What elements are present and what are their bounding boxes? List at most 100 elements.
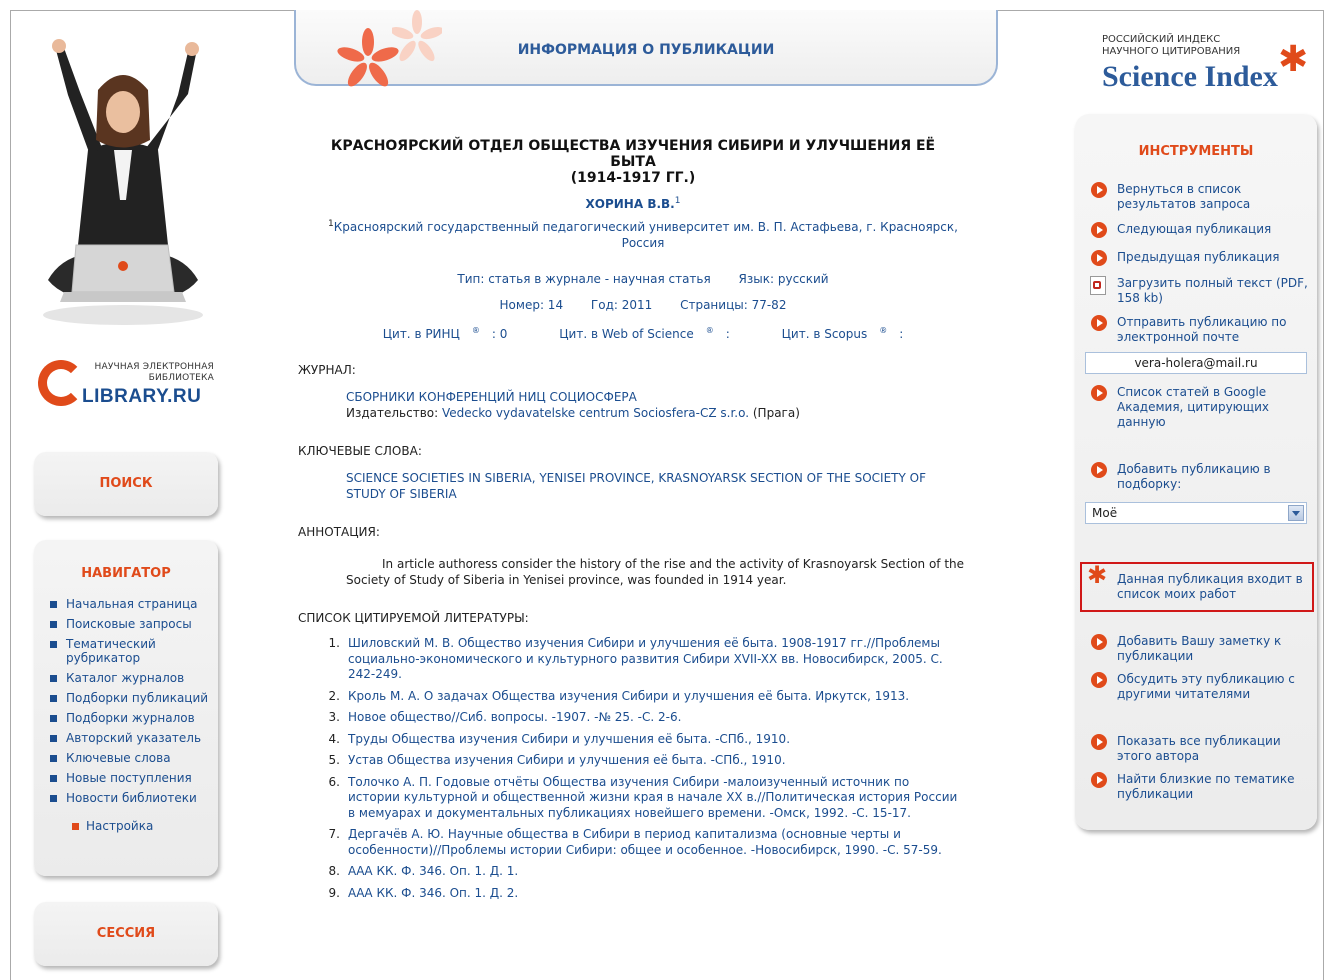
asterisk-icon <box>337 28 399 87</box>
prev-publication-link[interactable]: Предыдущая публикация <box>1087 250 1313 266</box>
keywords-links[interactable]: SCIENCE SOCIETIES IN SIBERIA, YENISEI PR… <box>346 470 966 502</box>
reference-item[interactable]: 8. ААА КК. Ф. 346. Оп. 1. Д. 1. <box>318 864 958 880</box>
navigator-title: НАВИГАТОР <box>81 566 171 581</box>
journal-link[interactable]: СБОРНИКИ КОНФЕРЕНЦИЙ НИЦ СОЦИОСФЕРА <box>346 389 966 405</box>
bullet-icon <box>50 641 57 648</box>
arrow-right-icon <box>1091 222 1107 238</box>
navigator-panel: НАВИГАТОР Начальная страница Поисковые з… <box>34 540 218 876</box>
highlight-frame <box>1080 562 1314 612</box>
navigator-list: Начальная страница Поисковые запросы Тем… <box>34 597 218 805</box>
asterisk-faded-icon <box>392 10 442 62</box>
session-box[interactable]: СЕССИЯ <box>34 902 218 966</box>
arrow-right-icon <box>1091 385 1107 401</box>
reference-item[interactable]: 5. Устав Общества изучения Сибири и улучш… <box>318 753 958 769</box>
cit-scopus: Цит. в Scopus ®: <box>781 326 904 341</box>
arrow-right-icon <box>1091 634 1107 650</box>
back-to-results-link[interactable]: Вернуться в список результатов запроса <box>1087 182 1313 212</box>
cit-rinc: Цит. в РИНЦ ®: 0 <box>382 326 508 341</box>
send-email-link[interactable]: Отправить публикацию по электронной почт… <box>1087 315 1313 345</box>
nav-item-keywords[interactable]: Ключевые слова <box>48 751 218 765</box>
arrow-right-icon <box>1091 182 1107 198</box>
elibrary-e-mark <box>38 360 84 406</box>
reference-item[interactable]: 9. ААА КК. Ф. 346. Оп. 1. Д. 2. <box>318 886 958 902</box>
header-tab: ИНФОРМАЦИЯ О ПУБЛИКАЦИИ <box>294 10 998 87</box>
bullet-icon <box>50 695 57 702</box>
nav-item-publication-collections[interactable]: Подборки публикаций <box>48 691 218 705</box>
collection-select[interactable]: Моё <box>1085 502 1307 524</box>
affiliation: 1Красноярский государственный педагогиче… <box>328 219 958 250</box>
nav-item-library-news[interactable]: Новости библиотеки <box>48 791 218 805</box>
author-link[interactable]: ХОРИНА В.В.1 <box>298 196 968 211</box>
page-title: ИНФОРМАЦИЯ О ПУБЛИКАЦИИ <box>517 42 775 58</box>
publication-title: КРАСНОЯРСКИЙ ОТДЕЛ ОБЩЕСТВА ИЗУЧЕНИЯ СИБ… <box>330 138 936 186</box>
nav-item-home[interactable]: Начальная страница <box>48 597 218 611</box>
bullet-icon <box>50 715 57 722</box>
science-index-logo[interactable]: РОССИЙСКИЙ ИНДЕКС НАУЧНОГО ЦИТИРОВАНИЯ S… <box>1102 34 1312 94</box>
tools-panel: ИНСТРУМЕНТЫ Вернуться в список результат… <box>1075 114 1317 830</box>
elibrary-logo[interactable]: НАУЧНАЯ ЭЛЕКТРОННАЯ БИБЛИОТЕКА LIBRARY.R… <box>38 360 218 415</box>
pub-type: Тип: статья в журнале - научная статья <box>457 272 711 286</box>
reference-item[interactable]: 3. Новое общество//Сиб. вопросы. -1907. -… <box>318 710 958 726</box>
publisher-city: (Прага) <box>749 406 800 420</box>
references-label: СПИСОК ЦИТИРУЕМОЙ ЛИТЕРАТУРЫ: <box>298 611 529 625</box>
email-input[interactable]: vera-holera@mail.ru <box>1085 352 1307 374</box>
nav-item-rubricator[interactable]: Тематический рубрикатор <box>48 637 218 665</box>
reference-item[interactable]: 4. Труды Общества изучения Сибири и улучш… <box>318 732 958 748</box>
meta-type-lang: Тип: статья в журнале - научная статья Я… <box>298 272 988 286</box>
add-note-link[interactable]: Добавить Вашу заметку к публикации <box>1087 634 1313 664</box>
bullet-icon <box>50 795 57 802</box>
search-link[interactable]: ПОИСК <box>34 452 218 491</box>
nav-item-search-queries[interactable]: Поисковые запросы <box>48 617 218 631</box>
discuss-link[interactable]: Обсудить эту публикацию с другими читате… <box>1087 672 1313 702</box>
hero-illustration <box>43 39 203 325</box>
reference-item[interactable]: 1. Шиловский М. В. Общество изучения Сиби… <box>318 636 958 683</box>
bullet-icon <box>50 735 57 742</box>
arrow-right-icon <box>1091 772 1107 788</box>
nav-item-journals-catalog[interactable]: Каталог журналов <box>48 671 218 685</box>
arrow-right-icon <box>1091 462 1107 478</box>
bullet-icon <box>50 601 57 608</box>
show-author-pubs-link[interactable]: Показать все публикации этого автора <box>1087 734 1313 764</box>
tools-title: ИНСТРУМЕНТЫ <box>1138 144 1254 159</box>
pub-pages: Страницы: 77-82 <box>680 298 787 312</box>
bullet-icon <box>72 823 79 830</box>
meta-citations: Цит. в РИНЦ ®: 0 Цит. в Web of Science ®: … <box>298 326 988 341</box>
nav-item-settings[interactable]: Настройка <box>34 819 218 833</box>
arrow-right-icon <box>1091 315 1107 331</box>
bullet-icon <box>50 755 57 762</box>
pdf-icon <box>1090 276 1106 295</box>
pub-year: Год: 2011 <box>590 298 653 312</box>
add-to-collection-link[interactable]: Добавить публикацию в подборку: <box>1087 462 1313 492</box>
arrow-right-icon <box>1091 250 1107 266</box>
bullet-icon <box>50 621 57 628</box>
arrow-right-icon <box>1091 734 1107 750</box>
nav-item-new-arrivals[interactable]: Новые поступления <box>48 771 218 785</box>
science-index-name: Science Index <box>1102 60 1278 93</box>
publisher-link[interactable]: Vedecko vydavatelske centrum Sociosfera-… <box>442 406 749 420</box>
elibrary-subtitle: НАУЧНАЯ ЭЛЕКТРОННАЯ БИБЛИОТЕКА <box>94 362 214 383</box>
reference-item[interactable]: 7. Дергачёв А. Ю. Научные общества в Сиби… <box>318 827 958 858</box>
journal-label: ЖУРНАЛ: <box>298 363 356 377</box>
elibrary-name: LIBRARY.RU <box>82 386 202 407</box>
next-publication-link[interactable]: Следующая публикация <box>1087 222 1313 238</box>
similar-pubs-link[interactable]: Найти близкие по тематике публикации <box>1087 772 1313 802</box>
reference-item[interactable]: 2. Кроль М. А. О задачах Общества изучени… <box>318 689 958 705</box>
nav-item-journal-collections[interactable]: Подборки журналов <box>48 711 218 725</box>
nav-item-author-index[interactable]: Авторский указатель <box>48 731 218 745</box>
reference-item[interactable]: 6. Толочко А. П. Годовые отчёты Общества … <box>318 775 958 822</box>
arrow-right-icon <box>1091 672 1107 688</box>
abstract-text: In article authoress consider the histor… <box>346 557 965 587</box>
search-box[interactable]: ПОИСК <box>34 452 218 516</box>
bullet-icon <box>50 675 57 682</box>
session-link[interactable]: СЕССИЯ <box>34 902 218 941</box>
bullet-icon <box>50 775 57 782</box>
download-pdf-link[interactable]: Загрузить полный текст (PDF, 158 kb) <box>1087 276 1313 306</box>
publisher-prefix: Издательство: <box>346 406 442 420</box>
journal-info: СБОРНИКИ КОНФЕРЕНЦИЙ НИЦ СОЦИОСФЕРА Изда… <box>346 389 966 421</box>
meta-number-year-pages: Номер: 14 Год: 2011 Страницы: 77-82 <box>298 298 988 312</box>
google-scholar-link[interactable]: Список статей в Google Академия, цитирую… <box>1087 385 1313 430</box>
references-list: 1. Шиловский М. В. Общество изучения Сиби… <box>318 636 958 907</box>
pub-number: Номер: 14 <box>499 298 564 312</box>
chevron-down-icon[interactable] <box>1288 505 1304 521</box>
abstract-label: АННОТАЦИЯ: <box>298 525 380 539</box>
